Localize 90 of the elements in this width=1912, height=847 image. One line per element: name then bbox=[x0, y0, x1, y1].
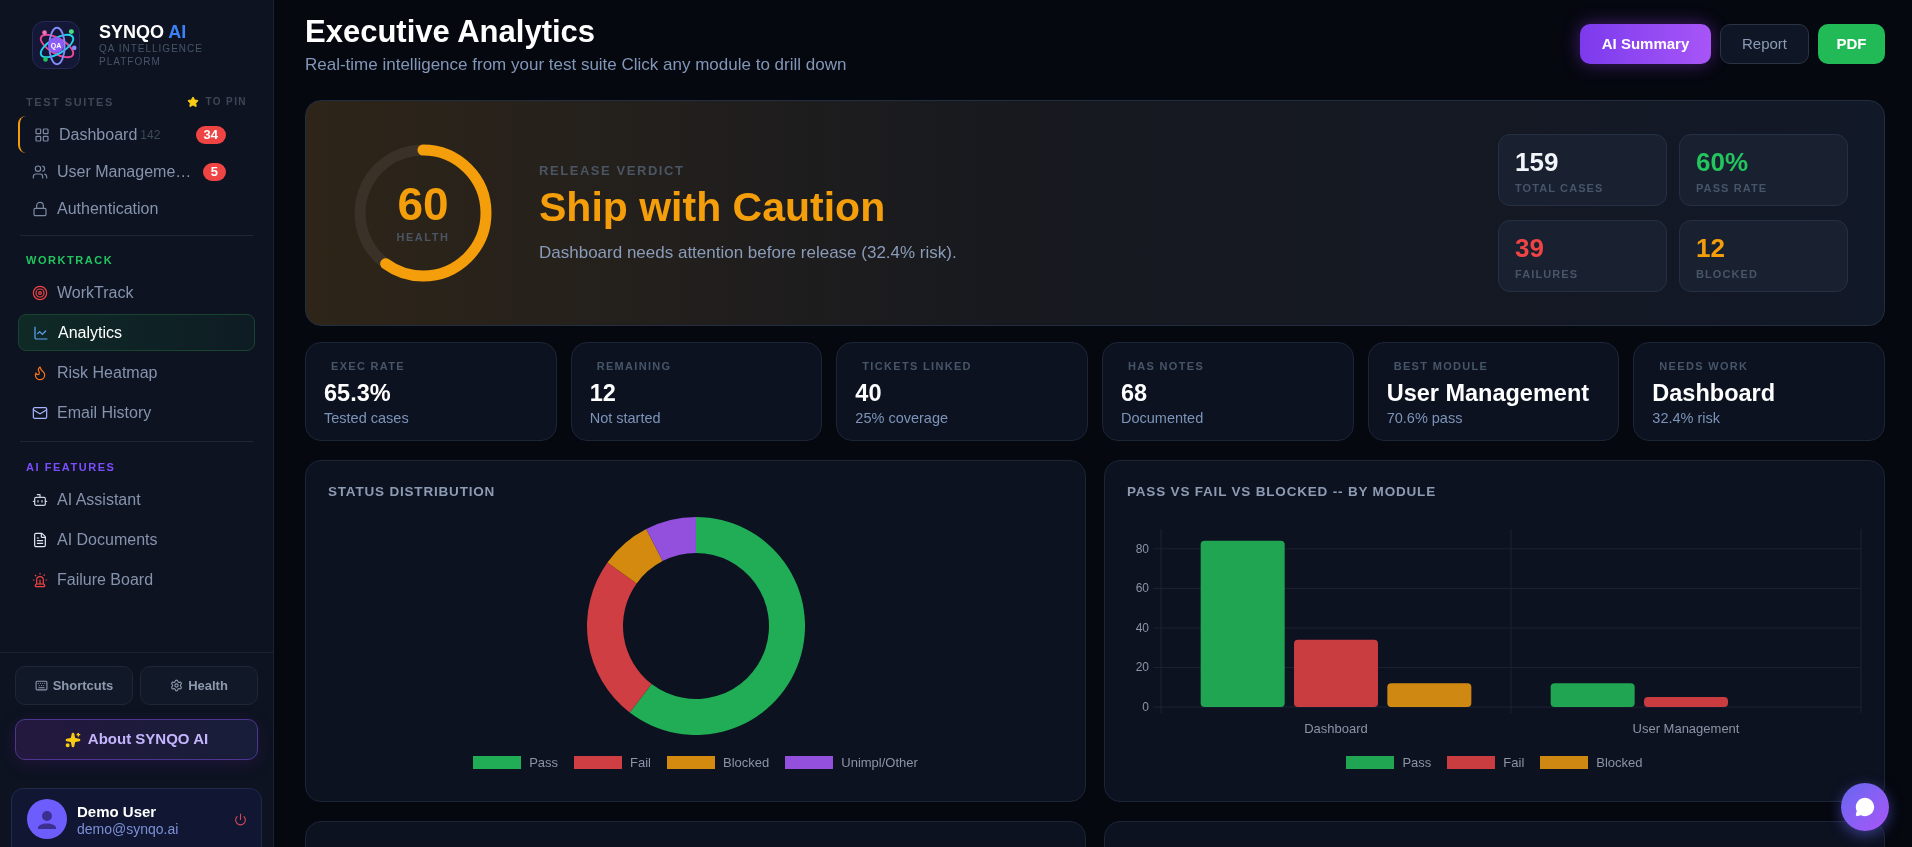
brand-name: SYNQO AI bbox=[99, 22, 188, 42]
legend-label: Fail bbox=[630, 754, 651, 772]
stat-label: TOTAL CASES bbox=[1515, 181, 1605, 195]
metric-value: 40 bbox=[855, 379, 883, 408]
metric-value: 65.3% bbox=[324, 379, 392, 408]
nav-item[interactable]: Dashboard 142 34 bbox=[18, 116, 255, 153]
metric-label: EXEC RATE bbox=[331, 359, 407, 373]
envelope-icon bbox=[32, 404, 48, 421]
stat-value: 159 bbox=[1515, 147, 1560, 177]
chat-bubble-icon bbox=[1855, 797, 1875, 817]
chart-title: PASS VS FAIL VS BLOCKED -- BY MODULE bbox=[1127, 484, 1437, 500]
keyboard-icon bbox=[34, 679, 48, 692]
metric-label: REMAINING bbox=[596, 359, 673, 373]
action-button[interactable]: Report bbox=[1720, 24, 1809, 64]
about-button[interactable]: About SYNQO AI bbox=[15, 719, 258, 760]
verdict-summary: Dashboard needs attention before release (32.4% risk). bbox=[539, 241, 957, 264]
line-chart-icon bbox=[33, 324, 49, 341]
metric-label: HAS NOTES bbox=[1128, 359, 1206, 373]
failure-badge: 5 bbox=[202, 162, 226, 181]
metric-note: Not started bbox=[589, 409, 662, 427]
users-icon bbox=[32, 163, 48, 180]
tool-button[interactable]: Shortcuts bbox=[15, 666, 133, 705]
health-score: 60 bbox=[397, 180, 449, 227]
metric-value: Dashboard bbox=[1652, 379, 1777, 408]
legend-label: Pass bbox=[529, 754, 559, 772]
y-tick-label: 80 bbox=[1135, 541, 1149, 556]
metric-value: User Management bbox=[1386, 379, 1591, 408]
sparkle-icon bbox=[64, 731, 81, 748]
action-button[interactable]: AI Summary bbox=[1580, 24, 1711, 64]
legend-label: Pass bbox=[1402, 754, 1432, 772]
user-name: Demo User bbox=[77, 803, 158, 821]
nav-item[interactable]: Authentication bbox=[18, 190, 255, 227]
brand-tagline: QA INTELLIGENCE PLATFORM bbox=[99, 42, 204, 68]
nav-item[interactable]: Risk Heatmap bbox=[18, 354, 255, 391]
stat-label: FAILURES bbox=[1515, 267, 1580, 281]
health-label: HEALTH bbox=[396, 229, 450, 245]
failure-badge: 34 bbox=[195, 125, 226, 144]
page-title: Executive Analytics bbox=[305, 14, 597, 50]
flame-icon bbox=[32, 364, 48, 381]
stat-value: 12 bbox=[1696, 233, 1726, 263]
lock-icon bbox=[32, 200, 48, 217]
metric-note: 32.4% risk bbox=[1652, 409, 1722, 427]
legend-label: Blocked bbox=[723, 754, 770, 772]
gear-icon bbox=[170, 679, 184, 692]
y-tick-label: 20 bbox=[1135, 660, 1149, 675]
metric-note: 70.6% pass bbox=[1386, 409, 1464, 427]
nav-item[interactable]: User Manageme… 5 bbox=[18, 153, 255, 190]
metric-label: NEEDS WORK bbox=[1659, 359, 1750, 373]
category-label: User Management bbox=[1632, 721, 1740, 736]
nav-item[interactable]: WorkTrack bbox=[18, 274, 255, 311]
tool-button[interactable]: Health bbox=[140, 666, 258, 705]
target-icon bbox=[32, 284, 48, 301]
user-avatar bbox=[27, 799, 67, 839]
stat-label: PASS RATE bbox=[1696, 181, 1769, 195]
metric-label: TICKETS LINKED bbox=[862, 359, 973, 373]
section-title: AI FEATURES bbox=[26, 460, 116, 474]
verdict-eyebrow: RELEASE VERDICT bbox=[539, 162, 686, 180]
category-label: Dashboard bbox=[1304, 721, 1368, 736]
nav-item[interactable]: AI Documents bbox=[18, 521, 255, 558]
metric-value: 12 bbox=[589, 379, 617, 408]
page-subtitle: Real-time intelligence from your test suite Click any module to drill down bbox=[305, 54, 847, 75]
user-email: demo@synqo.ai bbox=[77, 821, 179, 838]
stat-label: BLOCKED bbox=[1696, 267, 1760, 281]
metric-note: Tested cases bbox=[324, 409, 410, 427]
metric-note: 25% coverage bbox=[855, 409, 950, 427]
legend-label: Fail bbox=[1503, 754, 1525, 772]
siren-icon bbox=[32, 571, 48, 588]
power-icon[interactable] bbox=[234, 813, 247, 826]
nav-item[interactable]: AI Assistant bbox=[18, 481, 255, 518]
legend-label: Blocked bbox=[1596, 754, 1643, 772]
y-tick-label: 0 bbox=[1142, 700, 1149, 714]
y-tick-label: 40 bbox=[1135, 620, 1149, 635]
grid-icon bbox=[34, 126, 50, 143]
metric-label: BEST MODULE bbox=[1393, 359, 1490, 373]
verdict-headline: Ship with Caution bbox=[539, 182, 887, 231]
nav-item[interactable]: Analytics bbox=[18, 314, 255, 351]
suite-count: 142 bbox=[140, 126, 161, 144]
section-title: WORKTRACK bbox=[26, 253, 114, 267]
star-icon bbox=[187, 95, 200, 108]
nav-item[interactable]: Email History bbox=[18, 394, 255, 431]
stat-value: 60% bbox=[1696, 147, 1750, 177]
document-icon bbox=[32, 531, 48, 548]
nav-item[interactable]: Failure Board bbox=[18, 561, 255, 598]
y-tick-label: 60 bbox=[1135, 581, 1149, 596]
metric-note: Documented bbox=[1121, 409, 1205, 427]
robot-icon bbox=[32, 491, 48, 508]
legend-label: Unimpl/Other bbox=[841, 754, 918, 772]
chart-title: STATUS DISTRIBUTION bbox=[328, 484, 497, 500]
metric-value: 68 bbox=[1121, 379, 1149, 408]
stat-value: 39 bbox=[1515, 233, 1545, 263]
